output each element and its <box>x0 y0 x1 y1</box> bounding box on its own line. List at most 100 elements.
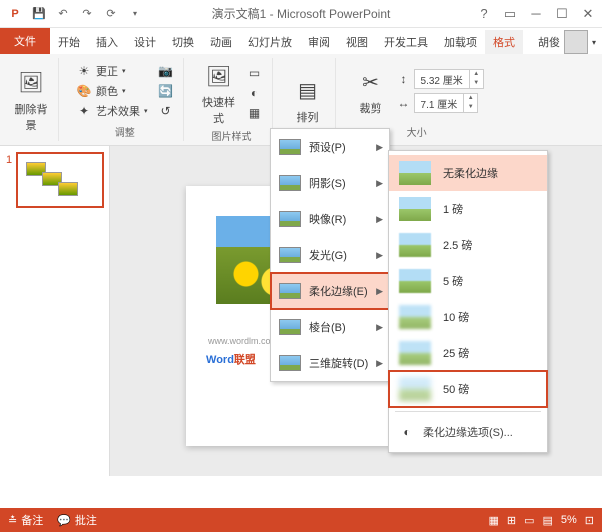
reset-icon: ↺ <box>158 103 174 119</box>
soft-edge-5pt[interactable]: 5 磅 <box>389 263 547 299</box>
tab-format[interactable]: 格式 <box>485 30 523 54</box>
tab-addins[interactable]: 加载项 <box>436 30 485 54</box>
notes-button[interactable]: ≛备注 <box>8 512 43 528</box>
menu-soft-edges[interactable]: 柔化边缘(E)▶ <box>271 273 389 309</box>
title-bar: P 💾 ↶ ↷ ⟳ ▾ 演示文稿1 - Microsoft PowerPoint… <box>0 0 602 28</box>
tab-slideshow[interactable]: 幻灯片放 <box>240 30 300 54</box>
tab-insert[interactable]: 插入 <box>88 30 126 54</box>
menu-glow[interactable]: 发光(G)▶ <box>271 237 389 273</box>
layout-icon: ▦ <box>247 105 263 121</box>
soft-edge-none[interactable]: 无柔化边缘 <box>389 155 547 191</box>
effects-icon: ✦ <box>76 103 92 119</box>
arrange-icon: ▤ <box>292 75 324 107</box>
tab-transitions[interactable]: 切换 <box>164 30 202 54</box>
view-reading-icon[interactable]: ▭ <box>524 514 534 527</box>
tab-design[interactable]: 设计 <box>126 30 164 54</box>
tab-developer[interactable]: 开发工具 <box>376 30 436 54</box>
qat-dropdown-icon[interactable]: ▾ <box>124 3 146 25</box>
menu-shadow[interactable]: 阴影(S)▶ <box>271 165 389 201</box>
slide-thumbnail-1[interactable]: 1 <box>16 152 104 208</box>
width-input[interactable]: 7.1 厘米▲▼ <box>414 93 479 113</box>
powerpoint-icon[interactable]: P <box>4 3 26 25</box>
soft-edge-icon <box>279 283 301 299</box>
zoom-level[interactable]: 5% <box>561 514 577 526</box>
window-title: 演示文稿1 - Microsoft PowerPoint <box>212 5 391 22</box>
remove-bg-icon: 🖼 <box>15 67 47 99</box>
avatar <box>564 30 588 54</box>
undo-icon[interactable]: ↶ <box>52 3 74 25</box>
change-button[interactable]: 🔄 <box>155 82 177 100</box>
quick-styles-button[interactable]: 🖼 快速样式 <box>198 60 240 126</box>
thumb-50pt <box>399 377 431 401</box>
menu-3d-rotation[interactable]: 三维旋转(D)▶ <box>271 345 389 381</box>
soft-edge-options[interactable]: ◐柔化边缘选项(S)... <box>389 416 547 448</box>
soft-edges-submenu: 无柔化边缘 1 磅 2.5 磅 5 磅 10 磅 25 磅 50 磅 ◐柔化边缘… <box>388 150 548 453</box>
soft-edge-25pt[interactable]: 25 磅 <box>389 335 547 371</box>
view-sorter-icon[interactable]: ⊞ <box>507 514 516 527</box>
status-bar: ≛备注 💬批注 ▦ ⊞ ▭ ▤ 5% ⊡ <box>0 508 602 532</box>
effects-dropdown-icon: ◐ <box>247 85 263 101</box>
adjust-label: 调整 <box>115 124 135 139</box>
save-icon[interactable]: 💾 <box>28 3 50 25</box>
arrange-button[interactable]: ▤排列 <box>287 75 329 125</box>
corrections-button[interactable]: ☀更正▾ <box>73 62 151 80</box>
soft-edge-1pt[interactable]: 1 磅 <box>389 191 547 227</box>
picture-effects-menu: 预设(P)▶ 阴影(S)▶ 映像(R)▶ 发光(G)▶ 柔化边缘(E)▶ 棱台(… <box>270 128 390 382</box>
border-button[interactable]: ▭ <box>244 64 266 82</box>
fit-icon[interactable]: ⊡ <box>585 514 594 527</box>
glow-icon <box>279 247 301 263</box>
options-icon: ◐ <box>399 424 415 440</box>
brightness-icon: ☀ <box>76 63 92 79</box>
tab-home[interactable]: 开始 <box>50 30 88 54</box>
reset-button[interactable]: ↺ <box>155 102 177 120</box>
border-icon: ▭ <box>247 65 263 81</box>
crop-button[interactable]: ✂裁剪 <box>350 66 392 116</box>
view-slideshow-icon[interactable]: ▤ <box>542 514 552 527</box>
maximize-icon[interactable]: ☐ <box>552 4 572 24</box>
tab-review[interactable]: 审阅 <box>300 30 338 54</box>
view-normal-icon[interactable]: ▦ <box>488 514 498 527</box>
menu-preset[interactable]: 预设(P)▶ <box>271 129 389 165</box>
user-name: 胡俊 <box>538 34 560 50</box>
repeat-icon[interactable]: ⟳ <box>100 3 122 25</box>
menu-bevel[interactable]: 棱台(B)▶ <box>271 309 389 345</box>
artistic-button[interactable]: ✦艺术效果▾ <box>73 102 151 120</box>
separator <box>395 411 541 412</box>
tab-view[interactable]: 视图 <box>338 30 376 54</box>
tab-file[interactable]: 文件 <box>0 28 50 54</box>
styles-label: 图片样式 <box>212 128 252 143</box>
user-area[interactable]: 胡俊 ▾ <box>538 30 602 54</box>
menu-reflection[interactable]: 映像(R)▶ <box>271 201 389 237</box>
change-icon: 🔄 <box>158 83 174 99</box>
height-input[interactable]: 5.32 厘米▲▼ <box>414 69 484 89</box>
soft-edge-2-5pt[interactable]: 2.5 磅 <box>389 227 547 263</box>
picture-style-icon: 🖼 <box>203 60 235 92</box>
comments-button[interactable]: 💬批注 <box>57 512 97 528</box>
group-remove-bg: 🖼 删除背景 <box>4 58 59 141</box>
ribbon-tabs: 文件 开始 插入 设计 切换 动画 幻灯片放 审阅 视图 开发工具 加载项 格式… <box>0 28 602 54</box>
help-icon[interactable]: ? <box>474 4 494 24</box>
minimize-icon[interactable]: ─ <box>526 4 546 24</box>
width-icon: ↔ <box>396 95 412 111</box>
compress-button[interactable]: 📷 <box>155 62 177 80</box>
group-adjust: ☀更正▾ 🎨颜色▾ ✦艺术效果▾ 📷 🔄 ↺ 调整 <box>67 58 184 141</box>
remove-background-button[interactable]: 🖼 删除背景 <box>10 67 52 133</box>
close-icon[interactable]: ✕ <box>578 4 598 24</box>
layout-button[interactable]: ▦ <box>244 104 266 122</box>
slide-number: 1 <box>6 154 12 166</box>
preset-icon <box>279 139 301 155</box>
tab-animations[interactable]: 动画 <box>202 30 240 54</box>
soft-edge-10pt[interactable]: 10 磅 <box>389 299 547 335</box>
group-styles: 🖼 快速样式 ▭ ◐ ▦ 图片样式 <box>192 58 273 141</box>
redo-icon[interactable]: ↷ <box>76 3 98 25</box>
soft-edge-50pt[interactable]: 50 磅 <box>389 371 547 407</box>
thumb-25pt <box>399 341 431 365</box>
thumb-2-5pt <box>399 233 431 257</box>
reflect-icon <box>279 211 301 227</box>
thumb-none <box>399 161 431 185</box>
color-button[interactable]: 🎨颜色▾ <box>73 82 151 100</box>
rotate-icon <box>279 355 301 371</box>
palette-icon: 🎨 <box>76 83 92 99</box>
ribbon-display-icon[interactable]: ▭ <box>500 4 520 24</box>
effects-button[interactable]: ◐ <box>244 84 266 102</box>
